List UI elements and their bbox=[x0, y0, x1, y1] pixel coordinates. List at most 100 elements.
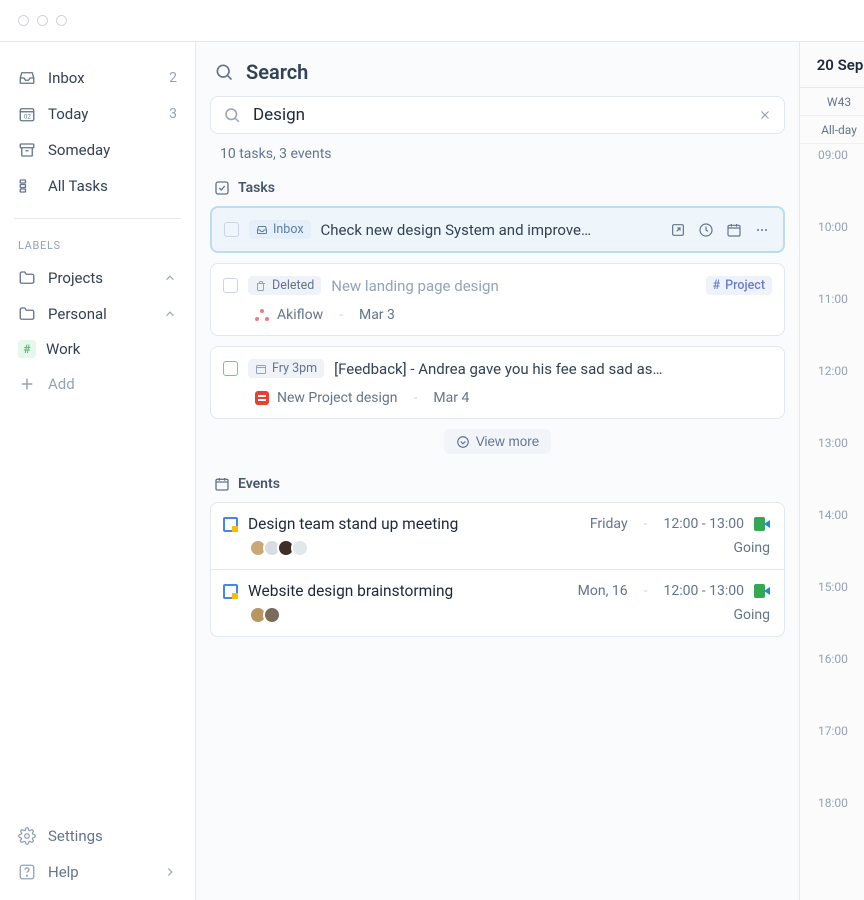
date-button[interactable] bbox=[725, 221, 743, 239]
calendar-hour-slot[interactable]: 16:00 bbox=[800, 648, 864, 720]
avatar bbox=[291, 539, 309, 557]
sidebar-add-button[interactable]: Add bbox=[10, 366, 185, 402]
calendar-allday: All-day bbox=[800, 116, 864, 144]
calendar-hour-slot[interactable]: 13:00 bbox=[800, 432, 864, 504]
task-row[interactable]: Deleted New landing page design # Projec… bbox=[210, 263, 785, 336]
event-time: 12:00 - 13:00 bbox=[663, 516, 744, 532]
plus-icon bbox=[18, 375, 36, 393]
google-meet-icon bbox=[754, 517, 770, 531]
sidebar-item-alltasks[interactable]: All Tasks bbox=[10, 168, 185, 204]
calendar-hour-slot[interactable]: 09:00 bbox=[800, 144, 864, 216]
task-checkbox[interactable] bbox=[223, 278, 238, 293]
sidebar-item-today[interactable]: 02 Today 3 bbox=[10, 96, 185, 132]
calendar-hour-slot[interactable]: 17:00 bbox=[800, 720, 864, 792]
task-date: Mar 3 bbox=[359, 307, 395, 323]
rsvp-status: Going bbox=[733, 540, 770, 556]
search-icon bbox=[214, 62, 234, 82]
calendar-hour-slot[interactable]: 15:00 bbox=[800, 576, 864, 648]
calendar-hour-slot[interactable]: 12:00 bbox=[800, 360, 864, 432]
event-title: Website design brainstorming bbox=[248, 582, 568, 600]
gear-icon bbox=[18, 827, 36, 845]
traffic-light-close[interactable] bbox=[18, 15, 29, 26]
today-count: 3 bbox=[169, 106, 177, 122]
separator: - bbox=[408, 390, 424, 406]
google-meet-icon bbox=[754, 584, 770, 598]
more-button[interactable] bbox=[753, 221, 771, 239]
sidebar-item-help[interactable]: Help bbox=[10, 854, 185, 890]
sidebar-label-work[interactable]: # Work bbox=[10, 332, 185, 366]
traffic-light-zoom[interactable] bbox=[56, 15, 67, 26]
sidebar-item-inbox[interactable]: Inbox 2 bbox=[10, 60, 185, 96]
open-external-button[interactable] bbox=[669, 221, 687, 239]
rsvp-status: Going bbox=[733, 607, 770, 623]
list-icon bbox=[18, 177, 36, 195]
inbox-count: 2 bbox=[169, 70, 177, 86]
task-row[interactable]: Inbox Check new design System and improv… bbox=[210, 206, 785, 253]
event-time: 12:00 - 13:00 bbox=[663, 583, 744, 599]
task-title: New landing page design bbox=[331, 277, 695, 295]
sidebar-item-label: Projects bbox=[48, 269, 103, 287]
close-icon bbox=[758, 108, 772, 122]
trash-icon bbox=[255, 280, 267, 292]
event-day: Friday bbox=[590, 516, 628, 532]
tasks-section-heading: Tasks bbox=[210, 176, 785, 206]
chip-label: Project bbox=[725, 278, 765, 293]
sidebar-item-settings[interactable]: Settings bbox=[10, 818, 185, 854]
checkbox-icon bbox=[214, 180, 230, 196]
search-box[interactable] bbox=[210, 96, 785, 134]
source-label: Akiflow bbox=[277, 307, 323, 323]
calendar-day-icon: 02 bbox=[18, 105, 36, 123]
button-label: View more bbox=[476, 434, 540, 449]
traffic-light-minimize[interactable] bbox=[37, 15, 48, 26]
main-panel: Search 10 tasks, 3 events Tasks Inbox Ch… bbox=[196, 42, 800, 900]
attendee-avatars bbox=[249, 606, 277, 624]
task-chip: Deleted bbox=[248, 276, 321, 295]
chevron-down-circle-icon bbox=[456, 435, 470, 449]
sidebar: Inbox 2 02 Today 3 Someday All Tasks LAB… bbox=[0, 42, 196, 900]
sidebar-item-label: Today bbox=[48, 105, 88, 123]
task-row[interactable]: Fry 3pm [Feedback] - Andrea gave you his… bbox=[210, 346, 785, 419]
chip-label: Deleted bbox=[272, 278, 314, 293]
results-meta: 10 tasks, 3 events bbox=[210, 134, 785, 176]
chevron-up-icon bbox=[163, 271, 177, 285]
sidebar-item-label: Personal bbox=[48, 305, 107, 323]
page-title: Search bbox=[246, 60, 308, 84]
separator: - bbox=[638, 583, 654, 599]
calendar-hour-slot[interactable]: 18:00 bbox=[800, 792, 864, 864]
sidebar-item-label: Settings bbox=[48, 827, 103, 845]
source-label: New Project design bbox=[277, 390, 398, 406]
google-calendar-icon bbox=[223, 517, 238, 532]
view-more-button[interactable]: View more bbox=[444, 429, 552, 454]
task-checkbox[interactable] bbox=[223, 361, 238, 376]
task-title: [Feedback] - Andrea gave you his fee sad… bbox=[334, 360, 772, 378]
folder-icon bbox=[18, 305, 36, 323]
calendar-hour-slot[interactable]: 11:00 bbox=[800, 288, 864, 360]
hash-chip-icon: # bbox=[18, 340, 36, 358]
calendar-hour-slot[interactable]: 10:00 bbox=[800, 216, 864, 288]
calendar-week: W43 bbox=[800, 88, 864, 116]
google-calendar-icon bbox=[223, 584, 238, 599]
event-day: Mon, 16 bbox=[578, 583, 628, 599]
calendar-date: 20 Sep bbox=[800, 42, 864, 88]
inbox-icon bbox=[256, 224, 268, 236]
schedule-button[interactable] bbox=[697, 221, 715, 239]
attendee-avatars bbox=[249, 539, 305, 557]
event-row[interactable]: Design team stand up meeting Friday - 12… bbox=[210, 502, 785, 569]
chevron-right-icon bbox=[163, 865, 177, 879]
event-row[interactable]: Website design brainstorming Mon, 16 - 1… bbox=[210, 569, 785, 637]
task-chip: Fry 3pm bbox=[248, 359, 324, 378]
section-label: Events bbox=[238, 476, 280, 492]
window-titlebar bbox=[0, 0, 864, 42]
sidebar-item-personal[interactable]: Personal bbox=[10, 296, 185, 332]
calendar-hour-slot[interactable]: 14:00 bbox=[800, 504, 864, 576]
search-input[interactable] bbox=[253, 105, 746, 125]
sidebar-item-label: Someday bbox=[48, 141, 110, 159]
sidebar-item-someday[interactable]: Someday bbox=[10, 132, 185, 168]
folder-icon bbox=[18, 269, 36, 287]
clear-search-button[interactable] bbox=[758, 108, 772, 122]
sidebar-item-projects[interactable]: Projects bbox=[10, 260, 185, 296]
avatar bbox=[263, 606, 281, 624]
inbox-icon bbox=[18, 69, 36, 87]
task-checkbox[interactable] bbox=[224, 222, 239, 237]
search-icon bbox=[223, 106, 241, 124]
